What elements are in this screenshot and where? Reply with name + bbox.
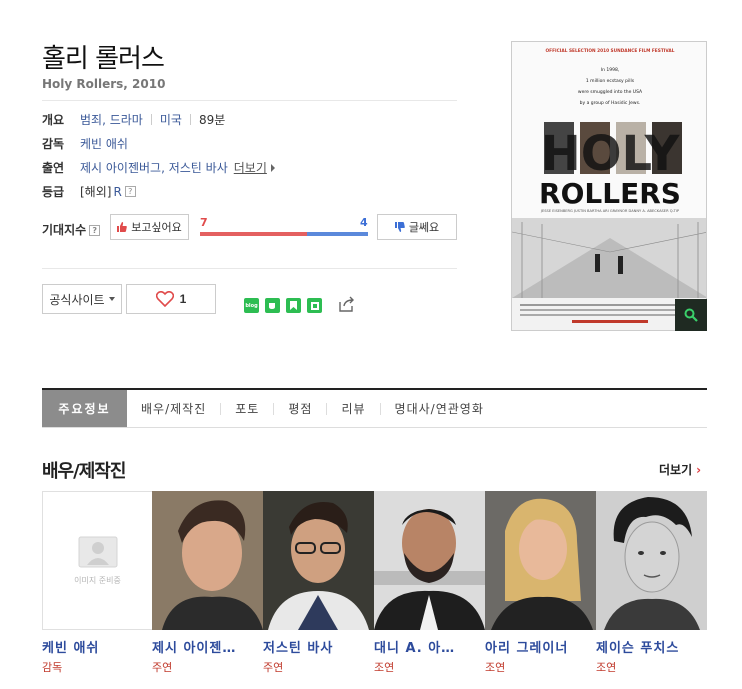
want-count: 7 [200,216,208,229]
meh-ratio-bar [307,232,368,236]
poster-tagline-3: were smuggled into the USA [578,89,643,95]
director-row: 감독 케빈 애쉬 [42,135,128,152]
cast-role: 조연 [596,661,617,674]
cast-more-button[interactable]: 더보기 › [659,461,701,478]
overview-label: 개요 [42,113,65,127]
cast-photo [485,491,596,630]
cast-role: 주연 [152,661,173,674]
cast-photo-placeholder: 이미지 준비중 [42,491,153,630]
divider [42,100,457,101]
help-icon[interactable]: ? [89,225,101,236]
cast-section-title: 배우/제작진 [42,461,126,482]
cast-card[interactable]: 제시 아이젠… 주연 [152,491,263,675]
movie-title: 홀리 롤러스 [42,44,165,74]
cast-name[interactable]: 제시 아이젠… [152,637,263,656]
director-link[interactable]: 케빈 애쉬 [80,135,128,152]
separator [189,114,191,125]
person-placeholder-icon [78,536,117,568]
rating-row: 등급 [해외] R ? [42,183,136,200]
meh-count: 4 [360,216,368,229]
poster-image: OFFICIAL SELECTION 2010 SUNDANCE FILM FE… [512,42,706,330]
cast-name[interactable]: 저스틴 바사 [263,637,374,656]
thumbs-down-icon [394,222,405,232]
movie-subtitle: Holy Rollers, 2010 [42,77,166,91]
cast-card[interactable]: 제이슨 푸치스 조연 [596,491,707,675]
official-site-dropdown[interactable]: 공식사이트 [42,284,122,314]
share-icons: blog [244,298,322,313]
poster-tagline-4: by a group of Hasidic Jews. [580,100,641,106]
cast-name[interactable]: 대니 A. 아… [374,637,485,656]
want-to-see-button[interactable]: 보고싶어요 [110,214,189,240]
rating-value-link[interactable]: R [113,185,121,199]
movie-poster[interactable]: OFFICIAL SELECTION 2010 SUNDANCE FILM FE… [511,41,707,331]
thumbs-up-icon [117,222,128,232]
tab-score[interactable]: 평점 [274,390,326,427]
expect-label: 기대지수? [42,221,101,238]
cast-row: 출연 제시 아이젠버그, 저스틴 바사 더보기 [42,159,275,176]
tab-review[interactable]: 리뷰 [327,390,379,427]
cast-more-link[interactable]: 더보기 [234,159,267,176]
arrow-right-icon [270,163,275,172]
poster-title-rollers: ROLLERS [539,177,681,210]
cast-role: 주연 [263,661,284,674]
separator [150,114,152,125]
share-icon[interactable] [338,296,356,312]
genre-link[interactable]: 범죄, 드라마 [80,111,143,128]
rating-label: 등급 [42,185,65,199]
chevron-right-icon: › [696,462,702,477]
caret-down-icon [108,297,115,301]
cast-photo [596,491,707,630]
cast-link[interactable]: 제시 아이젠버그, 저스틴 바사 [80,159,228,176]
cast-role: 조연 [374,661,395,674]
zoom-button[interactable] [675,299,707,331]
band-share-icon[interactable] [307,298,322,313]
like-button[interactable]: 1 [126,284,216,314]
cast-card[interactable]: 이미지 준비중 케빈 애쉬 감독 [42,491,153,675]
help-icon[interactable]: ? [124,186,136,197]
cast-name[interactable]: 케빈 애쉬 [42,637,153,656]
want-label: 보고싶어요 [131,222,182,234]
bookmark-share-icon[interactable] [286,298,301,313]
blog-share-icon[interactable]: blog [244,298,259,313]
cast-card[interactable]: 저스틴 바사 주연 [263,491,374,675]
tab-main-info[interactable]: 주요정보 [42,390,127,427]
country-link[interactable]: 미국 [160,111,182,128]
cast-card[interactable]: 대니 A. 아… 조연 [374,491,485,675]
poster-tagline-2: 1 million ecstasy pills [586,78,635,84]
magnifier-icon [684,308,698,322]
poster-title-holy: HOLY [541,126,681,182]
like-count: 1 [179,292,187,306]
cast-photo [263,491,374,630]
cast-label: 출연 [42,161,65,175]
cast-role: 조연 [485,661,506,674]
heart-icon [155,291,174,307]
cafe-share-icon[interactable] [265,298,280,313]
tab-quotes-related[interactable]: 명대사/연관영화 [381,390,498,427]
tab-cast-crew[interactable]: 배우/제작진 [127,390,220,427]
meh-label: 글쎄요 [408,222,440,234]
expect-label-text: 기대지수 [42,223,87,237]
poster-tagline-1: In 1998, [601,67,620,73]
poster-festival-text: OFFICIAL SELECTION 2010 SUNDANCE FILM FE… [546,48,675,54]
cast-photo [374,491,485,630]
tab-photo[interactable]: 포토 [221,390,273,427]
poster-actors: JESSE EISENBERG JUSTIN BARTHA ARI GRAYNO… [540,209,680,213]
runtime: 89분 [198,113,226,127]
overview-row: 개요 범죄, 드라마 미국 89분 [42,111,225,128]
divider [42,268,457,269]
official-site-label: 공식사이트 [49,292,105,307]
want-ratio-bar [200,232,307,236]
meh-button[interactable]: 글쎄요 [377,214,457,240]
placeholder-text: 이미지 준비중 [74,576,121,585]
cast-name[interactable]: 아리 그레이너 [485,637,596,656]
tab-bar: 주요정보 배우/제작진 포토 평점 리뷰 명대사/연관영화 [42,388,707,428]
cast-role: 감독 [42,661,63,674]
cast-more-label: 더보기 [659,463,693,477]
director-label: 감독 [42,137,65,151]
cast-card[interactable]: 아리 그레이너 조연 [485,491,596,675]
cast-name[interactable]: 제이슨 푸치스 [596,637,707,656]
cast-photo [152,491,263,630]
rating-region: [해외] [80,185,112,199]
